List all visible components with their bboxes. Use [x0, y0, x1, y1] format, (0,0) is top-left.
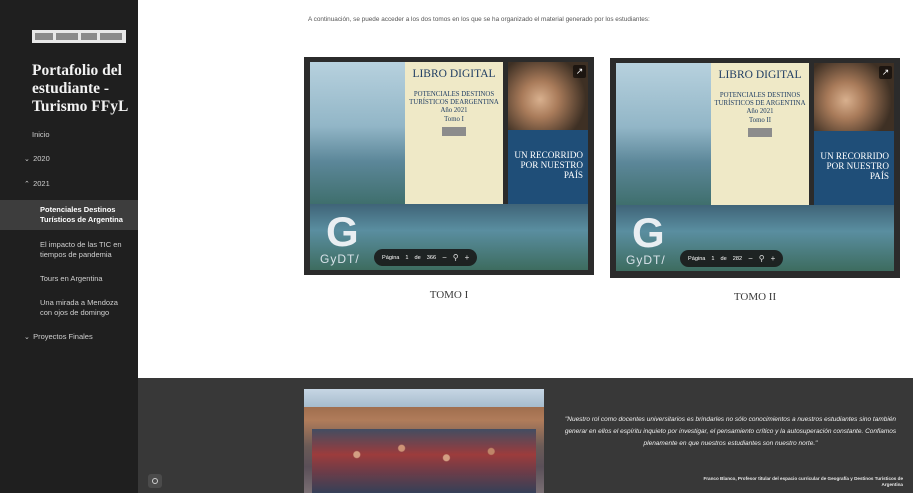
open-external-icon[interactable]: ↗ — [879, 66, 892, 79]
nav-item-label: 2021 — [33, 179, 50, 188]
pager-label: Página — [688, 255, 706, 262]
nav-item-label: Proyectos Finales — [33, 332, 93, 341]
tomo-1-caption: TOMO I — [429, 289, 469, 301]
zoom-out-icon[interactable]: − — [442, 253, 447, 262]
chevron-down-icon[interactable]: ⌄ — [24, 333, 31, 343]
nav-item-mendoza[interactable]: Una mirada a Mendoza con ojos de domingo — [0, 298, 138, 318]
gydt-logo-icon: G — [632, 209, 665, 256]
cover-subtitle: POTENCIALES DESTINOS TURÍSTICOS DEARGENT… — [409, 91, 499, 106]
cover-text-panel: LIBRO DIGITAL POTENCIALES DESTINOS TURÍS… — [711, 63, 809, 205]
group-photo — [304, 389, 544, 493]
chevron-up-icon[interactable]: ⌃ — [24, 180, 31, 190]
site-settings-icon[interactable] — [148, 474, 162, 488]
mountain-photo — [616, 63, 711, 205]
search-icon[interactable]: ⚲ — [759, 254, 765, 263]
pager-of: de — [720, 255, 727, 262]
pager-label: Página — [382, 254, 400, 261]
book-cover: LIBRO DIGITAL POTENCIALES DESTINOS TURÍS… — [616, 63, 894, 273]
pager-of: de — [414, 254, 421, 261]
group-photo-sky — [304, 389, 544, 407]
page-number-input[interactable]: 1 — [405, 255, 408, 261]
cover-volume: Tomo II — [749, 116, 771, 124]
nav-item-proyectos-finales[interactable]: ⌄ Proyectos Finales — [0, 332, 138, 343]
pdf-pager: Página 1 de 282 − ⚲ + — [680, 250, 784, 267]
creative-commons-icon — [748, 128, 772, 138]
logo-1 — [35, 33, 53, 40]
page-number-input[interactable]: 1 — [711, 256, 714, 262]
cover-blue-banner: UN RECORRIDO POR NUESTRO PAÍS — [508, 130, 588, 204]
mountain-photo — [310, 62, 405, 204]
nav-item-label: Una mirada a Mendoza con ojos de domingo — [40, 298, 118, 317]
pdf-pager: Página 1 de 366 − ⚲ + — [374, 249, 478, 266]
footer-section: "Nuestro rol como docentes universitario… — [138, 378, 913, 493]
chevron-down-icon[interactable]: ⌄ — [24, 155, 31, 165]
settings-glyph — [152, 478, 158, 484]
footer-attribution: Franco Blanco, Profesor titular del espa… — [703, 476, 903, 487]
site-title[interactable]: Portafolio del estudiante - Turismo FFyL — [32, 62, 132, 116]
page-total: 282 — [732, 255, 743, 262]
cover-title: LIBRO DIGITAL — [412, 68, 496, 80]
search-icon[interactable]: ⚲ — [453, 253, 459, 262]
gydt-logo-text: GyDT/ — [626, 253, 666, 267]
cover-text-panel: LIBRO DIGITAL POTENCIALES DESTINOS TURÍS… — [405, 62, 503, 204]
institution-logos — [32, 30, 126, 43]
nav-item-2021[interactable]: ⌃ 2021 — [0, 179, 138, 190]
zoom-in-icon[interactable]: + — [465, 253, 470, 262]
logo-3 — [81, 33, 97, 40]
tomo-2-viewer[interactable]: LIBRO DIGITAL POTENCIALES DESTINOS TURÍS… — [610, 58, 900, 278]
logo-4 — [100, 33, 122, 40]
sidebar-nav: Inicio ⌄ 2020 ⌃ 2021 Potenciales Destino… — [0, 130, 138, 343]
cover-year: Año 2021 — [746, 108, 774, 116]
intro-text: A continuación, se puede acceder a los d… — [308, 16, 650, 23]
sidebar: Portafolio del estudiante - Turismo FFyL… — [0, 0, 138, 493]
cover-year: Año 2021 — [440, 107, 468, 115]
open-external-icon[interactable]: ↗ — [573, 65, 586, 78]
nav-item-label: Tours en Argentina — [40, 274, 103, 283]
zoom-in-icon[interactable]: + — [771, 254, 776, 263]
nav-item-impacto-tic[interactable]: El impacto de las TIC en tiempos de pand… — [0, 240, 138, 260]
footer-quote: "Nuestro rol como docentes universitario… — [564, 416, 897, 447]
book-cover: LIBRO DIGITAL POTENCIALES DESTINOS TURÍS… — [310, 62, 588, 270]
logo-2 — [56, 33, 78, 40]
creative-commons-icon — [442, 127, 466, 137]
tomo-2-caption: TOMO II — [733, 291, 777, 303]
zoom-out-icon[interactable]: − — [748, 254, 753, 263]
page-total: 366 — [426, 254, 437, 261]
cover-volume: Tomo I — [444, 115, 464, 123]
cover-blue-banner: UN RECORRIDO POR NUESTRO PAÍS — [814, 131, 894, 205]
gydt-logo-text: GyDT/ — [320, 252, 360, 266]
nav-item-label: Potenciales Destinos Turísticos de Argen… — [40, 205, 123, 224]
group-photo-people — [312, 429, 536, 493]
nav-item-label: 2020 — [33, 154, 50, 163]
nav-item-2020[interactable]: ⌄ 2020 — [0, 154, 138, 165]
cover-title: LIBRO DIGITAL — [718, 69, 802, 81]
nav-item-label: El impacto de las TIC en tiempos de pand… — [40, 240, 122, 259]
cover-subtitle: POTENCIALES DESTINOS TURÍSTICOS DE ARGEN… — [714, 92, 806, 107]
nav-item-potenciales-destinos[interactable]: Potenciales Destinos Turísticos de Argen… — [0, 200, 138, 230]
nav-item-label: Inicio — [32, 130, 50, 139]
tomo-1-viewer[interactable]: LIBRO DIGITAL POTENCIALES DESTINOS TURÍS… — [304, 57, 594, 275]
gydt-logo-icon: G — [326, 208, 359, 255]
nav-item-inicio[interactable]: Inicio — [0, 130, 138, 140]
nav-item-tours[interactable]: Tours en Argentina — [0, 274, 138, 284]
